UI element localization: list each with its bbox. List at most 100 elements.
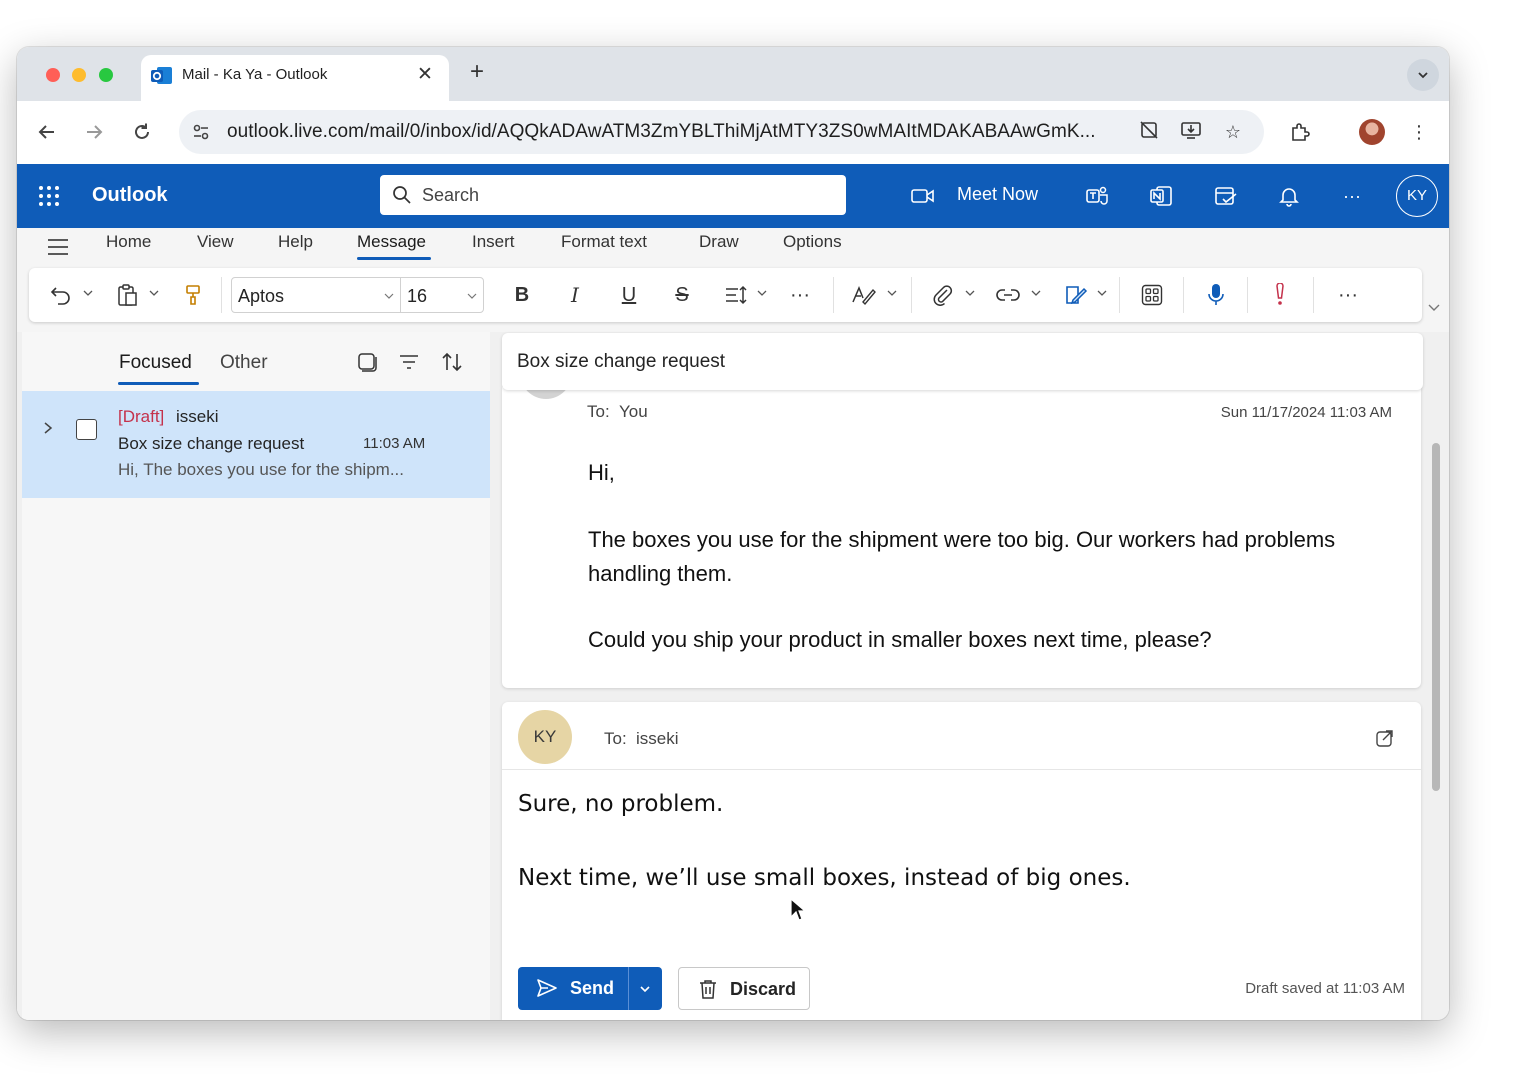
tab-options[interactable]: Options	[783, 232, 842, 252]
paste-chevron-down-icon[interactable]	[149, 288, 159, 298]
select-message-checkbox[interactable]	[76, 419, 97, 440]
editor-icon[interactable]	[851, 282, 877, 308]
reload-button[interactable]	[128, 118, 156, 146]
onenote-icon[interactable]	[1147, 182, 1175, 210]
dictate-microphone-icon[interactable]	[1203, 282, 1229, 308]
teams-icon[interactable]	[1083, 182, 1111, 210]
notifications-bell-icon[interactable]	[1275, 182, 1303, 210]
font-chevron-down-icon	[384, 293, 394, 299]
format-painter-icon[interactable]	[181, 282, 205, 308]
tab-help[interactable]: Help	[278, 232, 313, 252]
select-mode-icon[interactable]	[355, 350, 379, 374]
tab-search-menu-button[interactable]	[1407, 59, 1439, 91]
link-icon[interactable]	[995, 282, 1021, 308]
forward-button[interactable]	[80, 118, 108, 146]
italic-icon[interactable]: I	[564, 282, 586, 308]
focused-tab[interactable]: Focused	[119, 352, 192, 374]
address-bar[interactable]: outlook.live.com/mail/0/inbox/id/AQQkADA…	[179, 110, 1264, 154]
send-button[interactable]: Send	[518, 967, 662, 1010]
line-spacing-icon[interactable]	[723, 282, 749, 308]
more-options-icon[interactable]: ···	[1338, 182, 1366, 210]
tab-close-icon[interactable]: ✕	[413, 63, 437, 87]
outlook-favicon-icon	[151, 67, 172, 84]
browser-profile-avatar[interactable]	[1359, 119, 1385, 145]
arrow-right-icon	[87, 125, 103, 139]
install-app-icon[interactable]	[1179, 120, 1203, 144]
focused-tab-indicator	[118, 382, 199, 385]
outlook-header: Outlook Search Meet Now ··· KY	[17, 164, 1449, 228]
tab-title: Mail - Ka Ya - Outlook	[182, 66, 328, 83]
account-avatar[interactable]: KY	[1396, 175, 1438, 217]
font-size-dropdown[interactable]: 16	[400, 277, 484, 313]
size-chevron-down-icon	[467, 293, 477, 299]
close-window-button[interactable]	[46, 68, 60, 82]
font-name-dropdown[interactable]: Aptos	[231, 277, 401, 313]
mail-list-item[interactable]: [Draft] isseki Box size change request 1…	[22, 391, 490, 498]
font-name-value: Aptos	[238, 286, 285, 306]
underline-icon[interactable]: U	[618, 282, 640, 308]
hamburger-menu-icon[interactable]	[47, 238, 69, 256]
minimize-window-button[interactable]	[72, 68, 86, 82]
tab-format-text[interactable]: Format text	[561, 232, 647, 252]
my-day-icon[interactable]	[1212, 182, 1240, 210]
reply-line[interactable]: Sure, no problem.	[518, 791, 723, 817]
bold-icon[interactable]: B	[511, 282, 533, 308]
tab-draw[interactable]: Draw	[699, 232, 739, 252]
message-paragraph: The boxes you use for the shipment were …	[588, 527, 1336, 586]
strikethrough-icon[interactable]: S	[671, 282, 693, 308]
app-brand[interactable]: Outlook	[92, 184, 168, 207]
message-date: Sun 11/17/2024 11:03 AM	[1220, 404, 1392, 421]
attach-file-icon[interactable]	[931, 282, 955, 308]
reply-line[interactable]: Next time, we’ll use small boxes, instea…	[518, 865, 1131, 891]
ribbon-more-icon[interactable]: ···	[1333, 282, 1363, 308]
new-tab-button[interactable]: +	[464, 59, 490, 85]
tab-message[interactable]: Message	[357, 232, 426, 252]
message-recipient[interactable]: You	[619, 402, 648, 422]
signature-icon[interactable]	[1063, 282, 1089, 308]
filter-icon[interactable]	[397, 350, 421, 374]
ribbon-tab-bar: Home View Help Message Insert Format tex…	[17, 228, 1449, 268]
trash-icon	[700, 980, 716, 999]
ribbon-expand-chevron-icon[interactable]	[1427, 301, 1441, 315]
tab-insert[interactable]: Insert	[472, 232, 515, 252]
spacing-chevron-down-icon[interactable]	[757, 288, 767, 298]
more-formatting-icon[interactable]: ···	[787, 282, 813, 308]
browser-toolbar: outlook.live.com/mail/0/inbox/id/AQQkADA…	[17, 101, 1449, 164]
browser-menu-icon[interactable]: ⋮	[1404, 117, 1434, 147]
search-input[interactable]: Search	[380, 175, 846, 215]
paste-clipboard-icon[interactable]	[115, 282, 139, 308]
send-split-divider	[628, 967, 629, 1010]
reload-icon	[135, 123, 149, 139]
link-chevron-down-icon[interactable]	[1031, 288, 1041, 298]
discard-button[interactable]: Discard	[678, 967, 810, 1010]
send-options-chevron-icon[interactable]	[639, 983, 651, 995]
bookmark-star-icon[interactable]: ☆	[1221, 120, 1245, 144]
signature-chevron-down-icon[interactable]	[1097, 288, 1107, 298]
reply-recipient[interactable]: isseki	[636, 729, 679, 749]
meet-now-button[interactable]: Meet Now	[957, 184, 1038, 205]
video-camera-icon[interactable]	[909, 182, 937, 210]
expand-conversation-chevron-icon[interactable]	[42, 421, 54, 435]
undo-icon[interactable]	[49, 282, 73, 308]
back-button[interactable]	[33, 118, 61, 146]
extensions-icon[interactable]	[1285, 117, 1315, 147]
tab-view[interactable]: View	[197, 232, 234, 252]
apps-icon[interactable]	[1139, 282, 1165, 308]
undo-chevron-down-icon[interactable]	[83, 288, 93, 298]
browser-tab[interactable]: Mail - Ka Ya - Outlook ✕	[141, 55, 449, 101]
other-tab[interactable]: Other	[220, 352, 268, 374]
search-icon	[393, 186, 411, 204]
sort-icon[interactable]	[440, 350, 464, 374]
send-icon	[537, 979, 557, 997]
attach-chevron-down-icon[interactable]	[965, 288, 975, 298]
editor-chevron-down-icon[interactable]	[887, 288, 897, 298]
reply-compose: KY To: isseki Sure, no problem. Next tim…	[502, 702, 1421, 1020]
app-launcher-icon[interactable]	[37, 184, 61, 208]
maximize-window-button[interactable]	[99, 68, 113, 82]
high-importance-icon[interactable]	[1269, 282, 1291, 308]
ribbon-separator	[1247, 277, 1248, 313]
reading-pane-scrollbar[interactable]	[1432, 443, 1440, 791]
pop-out-icon[interactable]	[1375, 728, 1395, 748]
tab-home[interactable]: Home	[106, 232, 151, 252]
no-tracking-icon[interactable]	[1137, 120, 1161, 144]
